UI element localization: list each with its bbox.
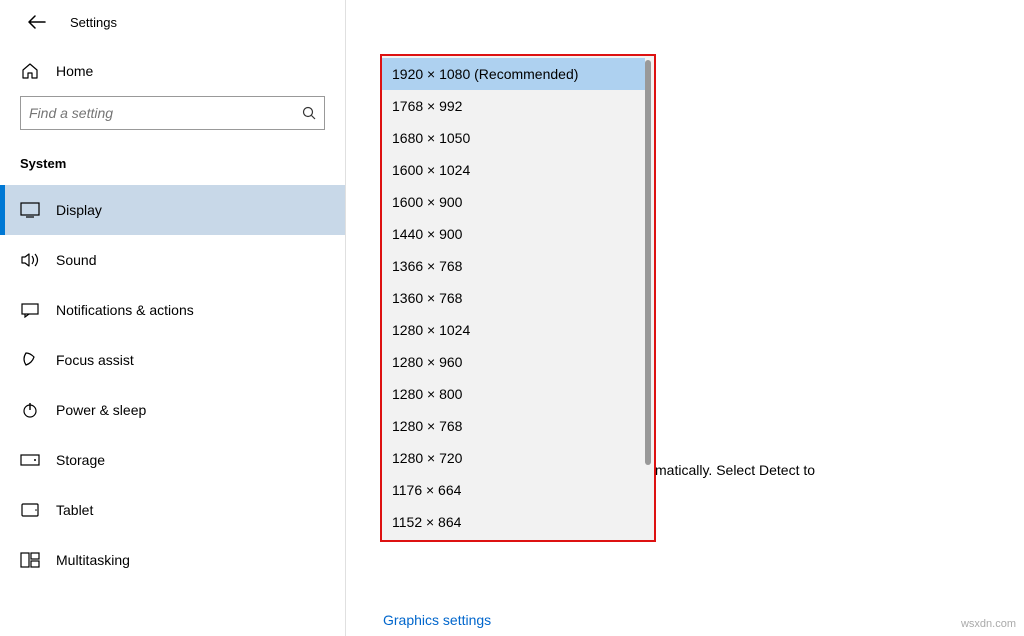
display-icon [20, 202, 40, 218]
resolution-dropdown[interactable]: 1920 × 1080 (Recommended) 1768 × 992 168… [380, 54, 656, 542]
resolution-option[interactable]: 1280 × 720 [382, 442, 645, 474]
sidebar-item-power-sleep[interactable]: Power & sleep [0, 385, 345, 435]
resolution-option[interactable]: 1176 × 664 [382, 474, 645, 506]
resolution-option[interactable]: 1680 × 1050 [382, 122, 645, 154]
storage-icon [20, 454, 40, 466]
resolution-option[interactable]: 1280 × 960 [382, 346, 645, 378]
watermark: wsxdn.com [961, 618, 1016, 630]
sidebar-item-storage[interactable]: Storage [0, 435, 345, 485]
resolution-option[interactable]: 1280 × 1024 [382, 314, 645, 346]
sidebar-item-notifications[interactable]: Notifications & actions [0, 285, 345, 335]
sidebar-item-sound[interactable]: Sound [0, 235, 345, 285]
search-box[interactable] [20, 96, 325, 130]
graphics-settings-link[interactable]: Graphics settings [383, 612, 491, 628]
home-label: Home [56, 63, 93, 79]
tablet-icon [20, 502, 40, 518]
resolution-list: 1920 × 1080 (Recommended) 1768 × 992 168… [382, 56, 645, 540]
resolution-option[interactable]: 1366 × 768 [382, 250, 645, 282]
header-title: Settings [70, 15, 117, 30]
sidebar-item-label: Display [56, 202, 102, 218]
resolution-option[interactable]: 1280 × 800 [382, 378, 645, 410]
sidebar-item-multitasking[interactable]: Multitasking [0, 535, 345, 585]
sidebar-item-label: Focus assist [56, 352, 134, 368]
back-button[interactable] [20, 11, 54, 33]
sidebar-item-display[interactable]: Display [0, 185, 345, 235]
sidebar-item-tablet[interactable]: Tablet [0, 485, 345, 535]
resolution-option[interactable]: 1600 × 1024 [382, 154, 645, 186]
focus-assist-icon [20, 351, 40, 369]
resolution-option[interactable]: 1920 × 1080 (Recommended) [382, 58, 645, 90]
search-input[interactable] [29, 105, 302, 121]
resolution-option[interactable]: 1280 × 768 [382, 410, 645, 442]
category-header: System [0, 148, 345, 185]
home-icon [20, 62, 40, 80]
sound-icon [20, 252, 40, 268]
sidebar-item-label: Tablet [56, 502, 93, 518]
sidebar-item-label: Notifications & actions [56, 302, 194, 318]
sidebar-item-label: Multitasking [56, 552, 130, 568]
notifications-icon [20, 302, 40, 318]
sidebar-item-label: Sound [56, 252, 96, 268]
power-icon [20, 401, 40, 419]
resolution-option[interactable]: 1768 × 992 [382, 90, 645, 122]
detect-text-fragment: matically. Select Detect to [655, 462, 815, 478]
resolution-option[interactable]: 1360 × 768 [382, 282, 645, 314]
resolution-option[interactable]: 1600 × 900 [382, 186, 645, 218]
search-icon [302, 106, 316, 120]
dropdown-scrollbar[interactable] [645, 60, 651, 536]
sidebar-item-label: Storage [56, 452, 105, 468]
scrollbar-thumb[interactable] [645, 60, 651, 465]
main-panel: 1920 × 1080 (Recommended) 1768 × 992 168… [345, 44, 1024, 636]
home-nav[interactable]: Home [0, 52, 345, 96]
arrow-left-icon [28, 15, 46, 29]
sidebar-item-focus-assist[interactable]: Focus assist [0, 335, 345, 385]
resolution-option[interactable]: 1152 × 864 [382, 506, 645, 538]
multitasking-icon [20, 552, 40, 568]
resolution-option[interactable]: 1440 × 900 [382, 218, 645, 250]
sidebar-item-label: Power & sleep [56, 402, 146, 418]
sidebar: Home System Display Sound [0, 44, 345, 636]
